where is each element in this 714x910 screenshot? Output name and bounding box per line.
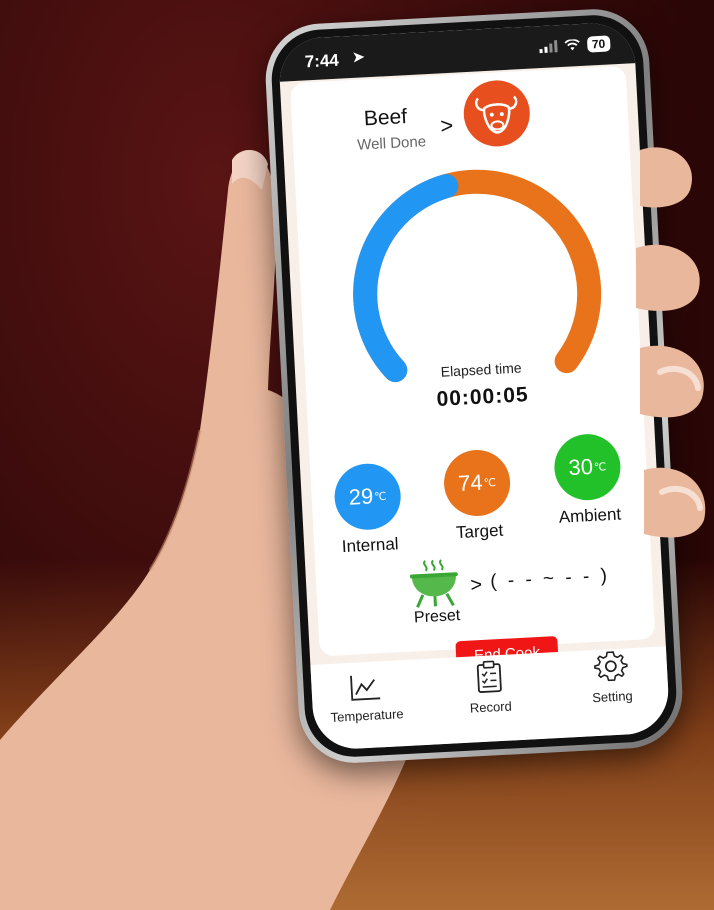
main-card: Beef Well Done > Elapsed time 00:00:05 2… [289, 65, 656, 672]
line-chart-icon [350, 675, 381, 701]
preset-range: ( - - ~ - - ) [489, 565, 611, 593]
status-time: 7:44 [304, 50, 340, 72]
preset-label: Preset [413, 607, 461, 627]
tab-setting[interactable]: Setting [560, 647, 663, 707]
temp-target[interactable]: 74 ℃ Target [433, 448, 522, 544]
status-icons: 70 [539, 35, 611, 55]
tab-temperature-label: Temperature [330, 706, 404, 725]
location-arrow-icon: ➤ [352, 48, 365, 65]
temp-internal-unit: ℃ [373, 490, 387, 503]
preset-arrow[interactable]: > [470, 574, 483, 598]
meat-select-arrow[interactable]: > [440, 113, 454, 140]
clipboard-icon [476, 660, 502, 693]
temp-ambient: 30 ℃ Ambient [541, 432, 636, 529]
tab-setting-label: Setting [591, 688, 634, 706]
temp-internal-value: 29 [348, 483, 374, 510]
gear-icon [594, 651, 628, 682]
temp-internal: 29 ℃ Internal [324, 462, 413, 558]
temp-ambient-value: 30 [567, 453, 594, 481]
temp-ambient-unit: ℃ [593, 460, 607, 474]
phone-screen: 7:44 ➤ 70 Beef Well Done > Elapsed time … [277, 21, 671, 751]
battery-indicator: 70 [586, 35, 611, 53]
wifi-icon [564, 38, 580, 51]
cow-head-icon[interactable] [462, 78, 532, 149]
tab-temperature[interactable]: Temperature [315, 669, 418, 725]
elapsed-time-gauge: Elapsed time 00:00:05 [321, 156, 634, 431]
meat-name: Beef [363, 105, 408, 131]
temp-internal-circle: 29 ℃ [332, 462, 403, 532]
signal-icon [539, 40, 558, 54]
temp-target-value: 74 [457, 469, 484, 496]
temp-internal-label: Internal [341, 534, 399, 557]
grill-icon[interactable] [407, 557, 462, 615]
temp-target-unit: ℃ [483, 476, 497, 490]
gauge-progress-arc [353, 174, 459, 383]
meat-doneness: Well Done [356, 133, 427, 154]
temp-ambient-circle: 30 ℃ [552, 432, 623, 502]
temp-target-label: Target [455, 520, 504, 543]
temp-ambient-label: Ambient [558, 504, 622, 527]
temp-target-circle[interactable]: 74 ℃ [442, 448, 512, 518]
tab-record[interactable]: Record [438, 657, 541, 717]
tab-record-label: Record [469, 698, 513, 716]
phone: 7:44 ➤ 70 Beef Well Done > Elapsed time … [262, 6, 686, 766]
